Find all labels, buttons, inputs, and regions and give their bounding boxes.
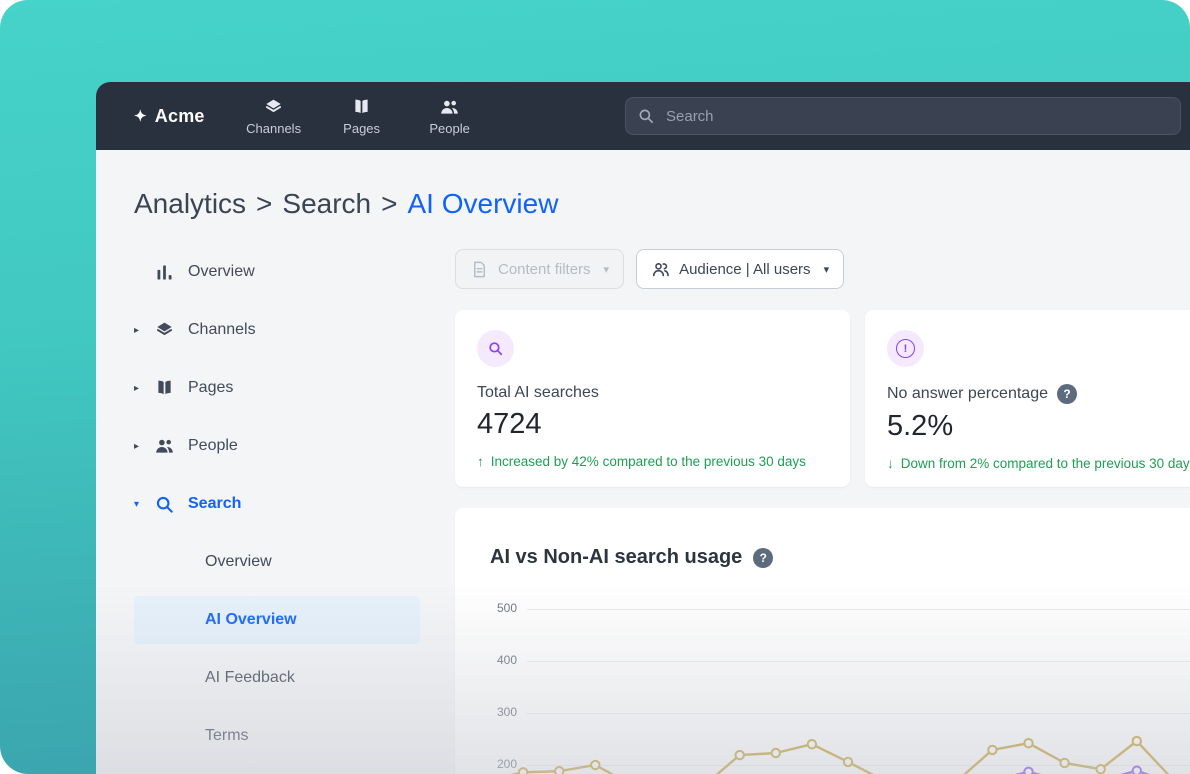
breadcrumb-search[interactable]: Search	[282, 188, 371, 219]
content-filters-button: Content filters ▾	[455, 249, 625, 289]
nav-label: Pages	[343, 120, 381, 136]
sidebar-label: Pages	[188, 379, 234, 396]
people-icon	[441, 100, 458, 114]
ai-vs-non-ai-chart-card: AI vs Non-AI search usage ? 500 400 300 200	[455, 508, 1190, 774]
data-point-marker	[1023, 766, 1034, 774]
sidebar-label: People	[188, 437, 238, 454]
sidebar-subitem-overview[interactable]: Overview	[134, 533, 420, 591]
nav-item-people[interactable]: People	[409, 82, 491, 150]
brand-name: Acme	[154, 105, 205, 126]
trend-text: Increased by 42% compared to the previou…	[490, 454, 806, 469]
sidebar-subitem-ai-feedback[interactable]: AI Feedback	[134, 649, 420, 707]
audience-filter-button[interactable]: Audience | All users ▾	[636, 249, 845, 289]
top-navbar: ✦ Acme Channels Pages People	[96, 82, 1190, 150]
sidebar-subitem-terms[interactable]: Terms	[134, 707, 420, 765]
data-point-marker	[1095, 764, 1106, 774]
card-title: Total AI searches	[477, 384, 599, 401]
content-filters-label: Content filters	[498, 260, 591, 278]
sidebar-item-search[interactable]: ▾ Search	[134, 475, 420, 533]
page-content: Analytics > Search > AI Overview Overview ▸ …	[96, 150, 1190, 774]
data-point-marker	[842, 756, 854, 768]
chevron-down-icon[interactable]: ▾	[134, 499, 154, 510]
stat-cards-row: Total AI searches 4724 ↑ Increased by 42…	[455, 310, 1190, 487]
filters-row: Content filters ▾ Audience | All users ▾	[455, 249, 845, 289]
layers-icon	[156, 322, 173, 335]
breadcrumb-separator: >	[256, 188, 273, 219]
audience-filter-label: Audience | All users	[679, 260, 811, 278]
people-icon	[156, 439, 173, 453]
card-value: 5.2%	[887, 410, 954, 442]
nav-label: Channels	[246, 120, 302, 136]
sidebar-subitem-ai-overview[interactable]: AI Overview	[134, 596, 420, 644]
chevron-right-icon[interactable]: ▸	[134, 325, 154, 336]
search-input[interactable]	[625, 97, 1181, 135]
breadcrumb-separator: >	[381, 188, 398, 219]
sidebar-label: Search	[188, 495, 242, 512]
card-icon-circle: !	[887, 330, 924, 367]
screen: ✦ Acme Channels Pages People Search Anal…	[0, 0, 1190, 774]
trend-down: ↓ Down from 2% compared to the previous …	[887, 456, 1190, 471]
search-icon	[156, 496, 173, 513]
global-search	[625, 97, 1181, 135]
book-icon	[355, 99, 368, 113]
breadcrumb-current: AI Overview	[407, 188, 559, 219]
trend-up: ↑ Increased by 42% compared to the previ…	[477, 454, 828, 469]
chevron-down-icon: ▾	[823, 263, 830, 276]
data-point-marker	[734, 749, 745, 761]
data-point-marker	[1131, 735, 1142, 747]
data-point-marker	[590, 759, 601, 771]
search-icon	[639, 109, 653, 123]
arrow-down-icon: ↓	[887, 456, 894, 471]
sidebar-item-people[interactable]: ▸ People	[134, 417, 420, 475]
data-point-marker	[806, 739, 818, 750]
people-icon	[653, 262, 669, 276]
arrow-up-icon: ↑	[477, 454, 484, 469]
chevron-right-icon[interactable]: ▸	[134, 383, 154, 394]
sparkle-icon: ✦	[134, 108, 147, 125]
data-point-marker	[1131, 765, 1142, 774]
card-title: No answer percentage	[887, 385, 1048, 402]
series-line	[510, 739, 1170, 774]
sidebar: Overview ▸ Channels ▸ Pages ▸ People ▾ S…	[134, 243, 420, 765]
data-point-marker	[770, 747, 781, 759]
trend-text: Down from 2% compared to the previous 30…	[900, 456, 1190, 471]
nav-item-channels[interactable]: Channels	[233, 82, 315, 150]
card-value: 4724	[477, 408, 542, 440]
data-point-marker	[554, 766, 565, 774]
breadcrumb-analytics[interactable]: Analytics	[134, 188, 246, 219]
data-point-marker	[1023, 738, 1034, 749]
data-point-marker	[987, 744, 998, 756]
document-icon	[474, 261, 485, 277]
app-window: ✦ Acme Channels Pages People Search Anal…	[96, 82, 1190, 774]
data-point-marker	[1059, 757, 1070, 769]
nav-label: People	[429, 120, 470, 136]
layers-icon	[266, 99, 282, 112]
chevron-down-icon: ▾	[603, 263, 610, 276]
help-icon[interactable]: ?	[1056, 384, 1077, 404]
sidebar-item-overview[interactable]: Overview	[134, 243, 420, 301]
card-icon-circle	[477, 330, 514, 367]
search-icon	[489, 342, 503, 356]
bar-chart-icon	[157, 265, 172, 279]
sidebar-label: Overview	[188, 263, 255, 280]
chevron-right-icon[interactable]: ▸	[134, 441, 154, 452]
sidebar-item-pages[interactable]: ▸ Pages	[134, 359, 420, 417]
sidebar-label: Channels	[188, 321, 256, 338]
nav-item-pages[interactable]: Pages	[321, 82, 403, 150]
sidebar-item-channels[interactable]: ▸ Channels	[134, 301, 420, 359]
alert-circle-icon: !	[896, 339, 915, 358]
data-point-marker	[517, 767, 529, 774]
no-answer-percentage-card: ! No answer percentage ? 5.2% ↓ Down fro…	[865, 310, 1190, 487]
book-icon	[158, 380, 171, 394]
primary-nav: Channels Pages People	[233, 82, 491, 150]
total-ai-searches-card: Total AI searches 4724 ↑ Increased by 42…	[455, 310, 850, 487]
line-chart	[510, 735, 1170, 774]
brand-logo[interactable]: ✦ Acme	[134, 106, 205, 127]
breadcrumb: Analytics > Search > AI Overview	[134, 188, 558, 220]
